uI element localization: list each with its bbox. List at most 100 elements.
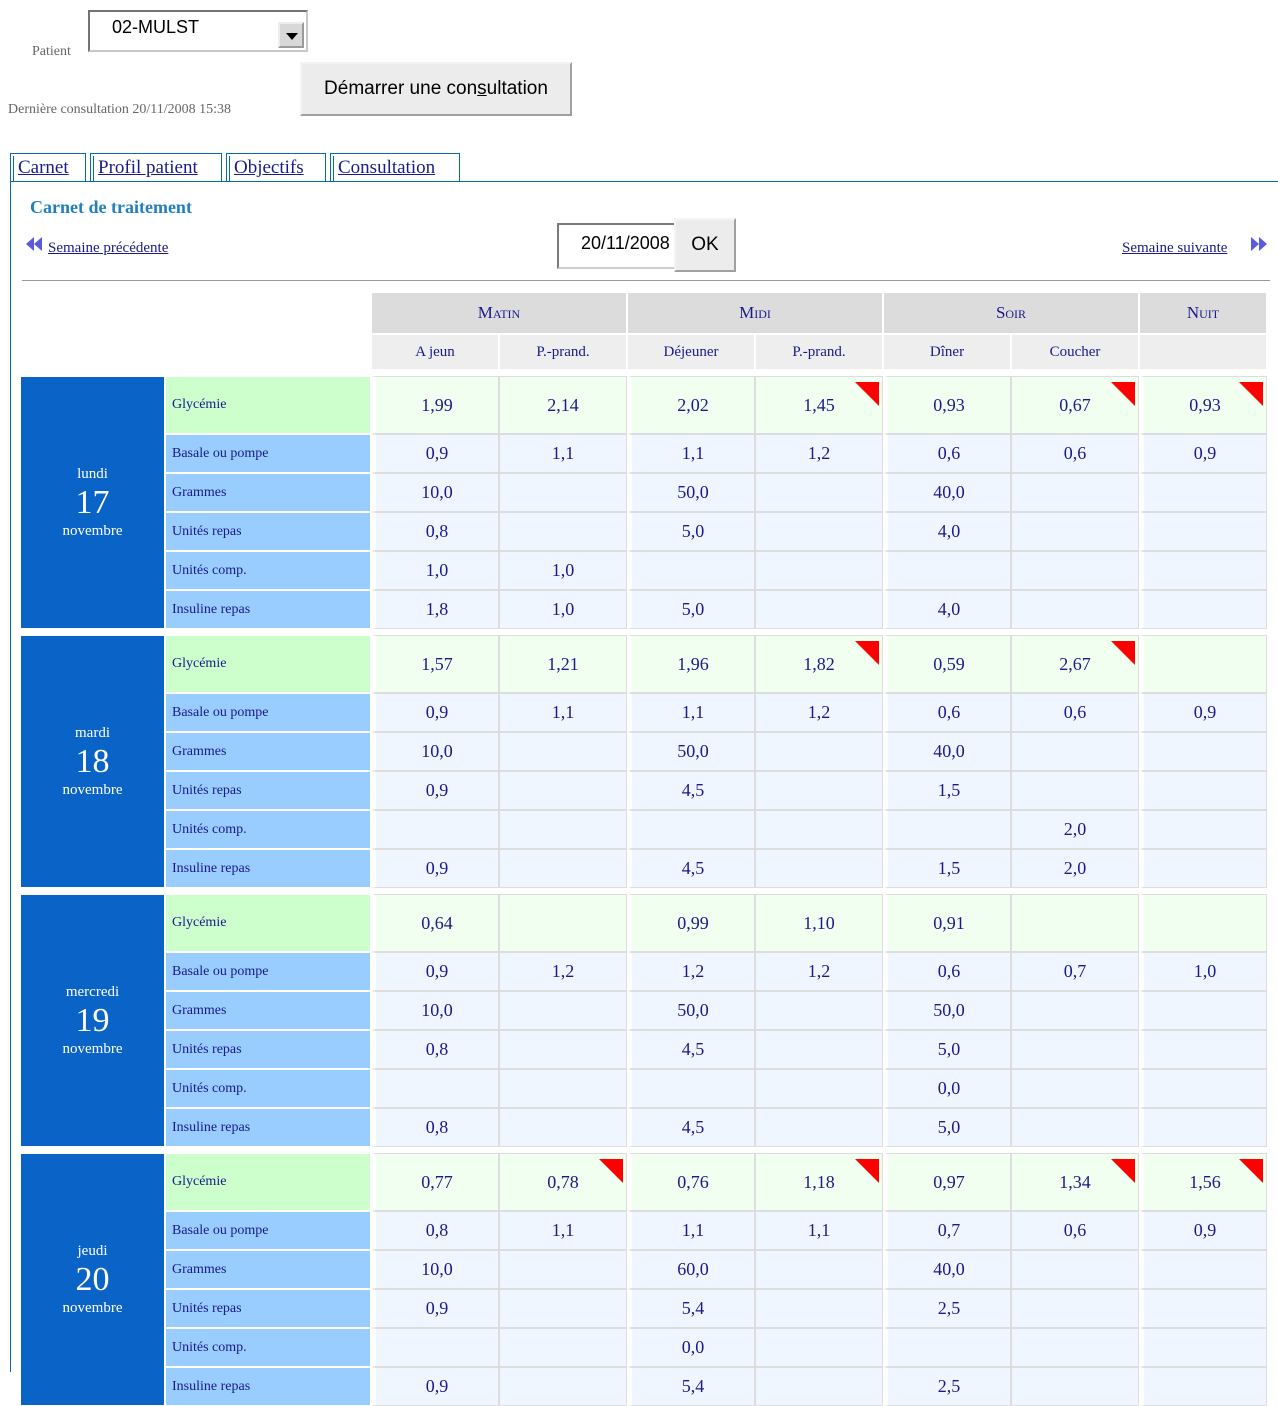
value-cell[interactable]: 0,9 (371, 1367, 499, 1406)
value-cell[interactable] (1011, 473, 1139, 512)
value-cell[interactable] (499, 991, 627, 1030)
value-cell[interactable]: 1,45 (755, 376, 883, 434)
alert-flag-icon[interactable] (1111, 382, 1135, 406)
value-cell[interactable]: 0,7 (1011, 952, 1139, 991)
value-cell[interactable]: 2,5 (883, 1289, 1011, 1328)
value-cell[interactable]: 2,67 (1011, 635, 1139, 693)
value-cell[interactable]: 10,0 (371, 1250, 499, 1289)
value-cell[interactable]: 0,8 (371, 1030, 499, 1069)
value-cell[interactable] (499, 1030, 627, 1069)
value-cell[interactable] (755, 1328, 883, 1367)
value-cell[interactable]: 1,1 (499, 434, 627, 473)
value-cell[interactable]: 0,9 (371, 771, 499, 810)
value-cell[interactable]: 0,9 (371, 849, 499, 888)
value-cell[interactable]: 1,1 (499, 693, 627, 732)
value-cell[interactable]: 1,0 (371, 551, 499, 590)
value-cell[interactable]: 5,0 (883, 1030, 1011, 1069)
chevron-down-icon[interactable] (278, 22, 304, 48)
value-cell[interactable]: 4,5 (627, 849, 755, 888)
value-cell[interactable]: 1,34 (1011, 1153, 1139, 1211)
value-cell[interactable]: 50,0 (627, 732, 755, 771)
value-cell[interactable] (755, 732, 883, 771)
value-cell[interactable]: 60,0 (627, 1250, 755, 1289)
value-cell[interactable]: 1,1 (627, 693, 755, 732)
value-cell[interactable]: 1,21 (499, 635, 627, 693)
tab-consultation[interactable]: Consultation (330, 153, 460, 181)
value-cell[interactable] (1011, 1328, 1139, 1367)
value-cell[interactable] (371, 1069, 499, 1108)
value-cell[interactable] (627, 1069, 755, 1108)
next-week-link[interactable]: Semaine suivante (1122, 240, 1227, 257)
value-cell[interactable] (1139, 590, 1267, 629)
value-cell[interactable]: 1,10 (755, 894, 883, 952)
value-cell[interactable] (499, 1367, 627, 1406)
value-cell[interactable] (1011, 1367, 1139, 1406)
value-cell[interactable] (1011, 732, 1139, 771)
value-cell[interactable]: 5,4 (627, 1367, 755, 1406)
value-cell[interactable] (627, 810, 755, 849)
value-cell[interactable] (1011, 512, 1139, 551)
alert-flag-icon[interactable] (855, 382, 879, 406)
value-cell[interactable] (499, 894, 627, 952)
value-cell[interactable]: 0,6 (883, 952, 1011, 991)
value-cell[interactable]: 5,0 (883, 1108, 1011, 1147)
value-cell[interactable] (755, 1367, 883, 1406)
patient-select[interactable]: 02-MULST (88, 10, 308, 52)
previous-week-icon[interactable] (24, 236, 44, 252)
value-cell[interactable]: 0,9 (371, 1289, 499, 1328)
value-cell[interactable] (1139, 512, 1267, 551)
value-cell[interactable] (499, 1328, 627, 1367)
value-cell[interactable]: 1,82 (755, 635, 883, 693)
value-cell[interactable] (755, 991, 883, 1030)
value-cell[interactable]: 4,5 (627, 771, 755, 810)
value-cell[interactable] (1011, 991, 1139, 1030)
value-cell[interactable]: 1,1 (755, 1211, 883, 1250)
value-cell[interactable] (755, 551, 883, 590)
value-cell[interactable]: 0,91 (883, 894, 1011, 952)
value-cell[interactable] (755, 590, 883, 629)
value-cell[interactable] (755, 810, 883, 849)
value-cell[interactable]: 1,1 (627, 434, 755, 473)
alert-flag-icon[interactable] (599, 1159, 623, 1183)
value-cell[interactable]: 1,2 (499, 952, 627, 991)
value-cell[interactable] (755, 1250, 883, 1289)
alert-flag-icon[interactable] (1111, 641, 1135, 665)
value-cell[interactable] (1139, 551, 1267, 590)
value-cell[interactable]: 0,8 (371, 1108, 499, 1147)
alert-flag-icon[interactable] (1239, 1159, 1263, 1183)
value-cell[interactable]: 50,0 (883, 991, 1011, 1030)
value-cell[interactable] (755, 1069, 883, 1108)
value-cell[interactable] (755, 771, 883, 810)
value-cell[interactable] (1139, 1367, 1267, 1406)
value-cell[interactable]: 5,0 (627, 590, 755, 629)
value-cell[interactable]: 0,6 (883, 693, 1011, 732)
value-cell[interactable]: 1,2 (755, 434, 883, 473)
value-cell[interactable]: 4,5 (627, 1030, 755, 1069)
value-cell[interactable] (883, 551, 1011, 590)
value-cell[interactable] (1011, 1108, 1139, 1147)
value-cell[interactable] (371, 810, 499, 849)
value-cell[interactable] (1139, 732, 1267, 771)
value-cell[interactable]: 10,0 (371, 732, 499, 771)
value-cell[interactable] (499, 849, 627, 888)
value-cell[interactable] (1011, 1069, 1139, 1108)
start-consultation-button[interactable]: Démarrer une con s ultation (300, 62, 572, 116)
value-cell[interactable]: 0,6 (1011, 434, 1139, 473)
value-cell[interactable]: 0,99 (627, 894, 755, 952)
value-cell[interactable]: 0,9 (1139, 693, 1267, 732)
value-cell[interactable]: 0,6 (1011, 693, 1139, 732)
value-cell[interactable]: 0,9 (1139, 1211, 1267, 1250)
value-cell[interactable]: 2,0 (1011, 849, 1139, 888)
value-cell[interactable]: 5,4 (627, 1289, 755, 1328)
value-cell[interactable] (499, 1069, 627, 1108)
value-cell[interactable] (1011, 590, 1139, 629)
value-cell[interactable]: 10,0 (371, 473, 499, 512)
alert-flag-icon[interactable] (1111, 1159, 1135, 1183)
value-cell[interactable] (1139, 1328, 1267, 1367)
value-cell[interactable]: 4,0 (883, 512, 1011, 551)
value-cell[interactable] (1139, 1030, 1267, 1069)
value-cell[interactable] (499, 1250, 627, 1289)
value-cell[interactable]: 0,8 (371, 512, 499, 551)
value-cell[interactable] (499, 771, 627, 810)
value-cell[interactable]: 0,7 (883, 1211, 1011, 1250)
